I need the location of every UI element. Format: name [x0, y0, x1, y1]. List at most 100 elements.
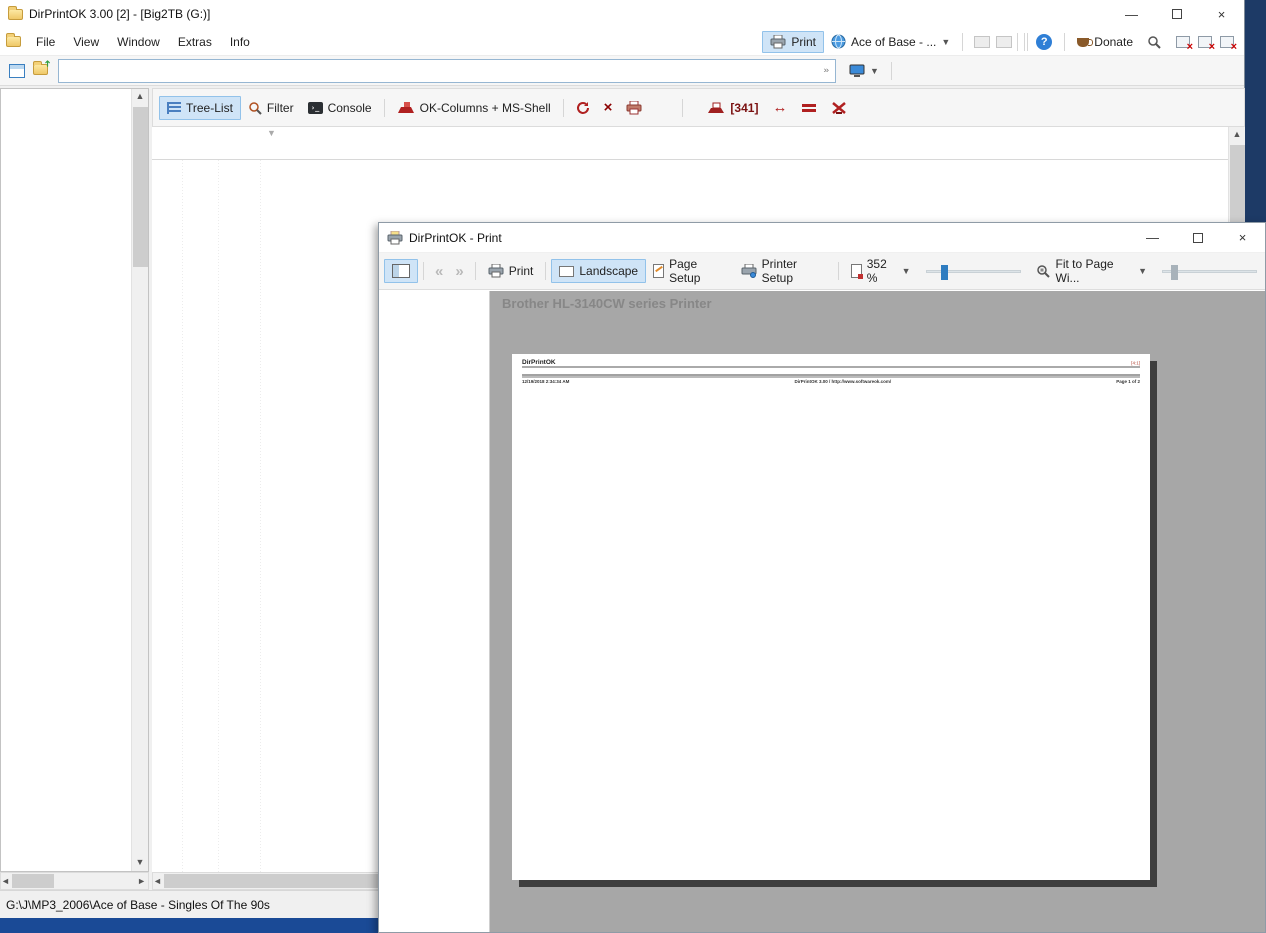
print-button[interactable]: Print [481, 260, 541, 282]
console-icon: ›_ [308, 102, 323, 114]
help-icon: ? [1036, 34, 1052, 50]
scroll-left-icon[interactable]: ◄ [153, 876, 162, 886]
computer-dropdown[interactable]: ▼ [842, 61, 886, 81]
zoom-value: 352 % [867, 257, 897, 285]
tree-scroll-thumb[interactable] [133, 107, 148, 267]
folder-up-button[interactable] [33, 64, 48, 78]
monitor-icon [849, 64, 865, 78]
zoom-slider[interactable] [926, 270, 1021, 273]
minimize-button[interactable]: — [1109, 0, 1154, 28]
console-button[interactable]: ›_ Console [301, 97, 379, 119]
profile-label: Ace of Base - ... [851, 35, 936, 49]
refresh-button[interactable] [569, 97, 597, 119]
close-button[interactable]: × [1199, 0, 1244, 28]
printer-icon [488, 264, 504, 278]
zoom-page-icon [851, 264, 862, 278]
fit-slider-handle[interactable] [1171, 265, 1178, 280]
tree-list-icon [167, 102, 181, 114]
arrows-horizontal-icon: ↔ [772, 99, 787, 116]
magnifier-icon [1147, 35, 1161, 49]
preview-page: DirPrintOK [4:1] 12/19/2018 2:34:34 AM D… [512, 354, 1150, 880]
profile-dropdown[interactable]: Ace of Base - ... ▼ [824, 31, 957, 52]
menu-item-extras[interactable]: Extras [169, 31, 221, 53]
zoom-value-dropdown[interactable]: 352 % ▼ [844, 253, 918, 289]
help-button[interactable]: ? [1029, 31, 1059, 53]
print-selection-button[interactable]: [341] [700, 97, 765, 119]
page-column-headers [522, 368, 1140, 376]
menu-item-view[interactable]: View [64, 31, 108, 53]
printer-setup-label: Printer Setup [762, 257, 826, 285]
status-path: G:\J\MP3_2006\Ace of Base - Singles Of T… [6, 898, 270, 912]
close-window-icon[interactable] [1198, 36, 1212, 48]
print-doc-icon [626, 101, 642, 115]
scroll-right-icon[interactable]: ► [137, 876, 148, 886]
search-button[interactable] [1140, 32, 1168, 52]
columns-view-icon[interactable] [9, 64, 25, 78]
fit-mode-value: Fit to Page Wi... [1056, 257, 1134, 285]
page-setup-button[interactable]: Page Setup [646, 253, 734, 289]
page-corner-mark: [4:1] [1131, 361, 1140, 366]
next-window-icon[interactable] [996, 36, 1012, 48]
prev-window-icon[interactable] [974, 36, 990, 48]
close-tab-icon[interactable] [1176, 36, 1190, 48]
next-page-button[interactable]: » [449, 263, 469, 280]
printer-setup-icon [741, 264, 757, 278]
delete-x-icon: × [604, 101, 613, 115]
menu-item-window[interactable]: Window [108, 31, 169, 53]
tree-vertical-scrollbar[interactable]: ▲ ▼ [131, 89, 148, 871]
print-label: Print [509, 264, 534, 278]
scroll-up-icon[interactable]: ▲ [132, 89, 148, 105]
column-pack-button[interactable] [794, 98, 824, 118]
chevron-down-icon: ▼ [902, 266, 911, 276]
close-button[interactable]: × [1220, 224, 1265, 252]
maximize-icon [1193, 233, 1203, 243]
print-count: [341] [730, 101, 758, 115]
ok-columns-button[interactable]: OK-Columns + MS-Shell [390, 97, 558, 119]
print-list-button[interactable] [619, 97, 649, 119]
chevron-down-icon: ▼ [1138, 266, 1147, 276]
menu-bar: FileViewWindowExtrasInfo Print Ace of Ba… [0, 28, 1244, 56]
address-combo[interactable]: » [58, 59, 836, 83]
sidebar-icon [392, 264, 410, 278]
delete-button[interactable]: × [597, 97, 620, 119]
printer-icon [770, 35, 786, 49]
print-menu-button[interactable]: Print [762, 31, 824, 53]
landscape-button[interactable]: Landscape [551, 259, 646, 283]
desktop: { "colors":{"selection":"#3d9bdd","deskt… [0, 0, 1266, 933]
tree-list-button[interactable]: Tree-List [159, 96, 241, 120]
remove-columns-button[interactable] [824, 97, 854, 119]
print-titlebar: DirPrintOK - Print — × [379, 223, 1265, 253]
donate-button[interactable]: Donate [1070, 32, 1140, 52]
minimize-button[interactable]: — [1130, 224, 1175, 252]
app-icon [8, 9, 23, 20]
list-toolbar: Tree-List Filter ›_ Console OK-Columns +… [152, 88, 1245, 127]
menu-item-info[interactable]: Info [221, 31, 259, 53]
previous-page-button[interactable]: « [429, 263, 449, 280]
filter-button[interactable]: Filter [241, 97, 301, 119]
maximize-button[interactable] [1154, 0, 1199, 28]
maximize-icon [1172, 9, 1182, 19]
printer-red-icon [707, 101, 725, 115]
scroll-down-icon[interactable]: ▼ [132, 855, 148, 871]
coffee-cup-icon [1077, 38, 1089, 47]
menu-item-file[interactable]: File [27, 31, 64, 53]
printer-setup-button[interactable]: Printer Setup [734, 253, 833, 289]
preview-area: Brother HL-3140CW series Printer DirPrin… [490, 291, 1265, 932]
scroll-up-icon[interactable]: ▲ [1229, 127, 1245, 143]
fit-columns-button[interactable]: ↔ [765, 95, 794, 120]
close-all-icon[interactable] [1220, 36, 1234, 48]
list-column-headers[interactable]: ▼ [152, 127, 1228, 160]
scroll-left-icon[interactable]: ◄ [1, 876, 10, 886]
address-expand-icon[interactable]: » [823, 66, 835, 75]
footer-page-number: Page 1 of 2 [1116, 379, 1140, 384]
tree-list-label: Tree-List [186, 101, 233, 115]
toggle-pages-panel-button[interactable] [384, 259, 418, 283]
pages-panel [379, 291, 490, 932]
fit-slider[interactable] [1162, 270, 1257, 273]
print-window-title: DirPrintOK - Print [409, 231, 502, 245]
zoom-slider-handle[interactable] [941, 265, 948, 280]
tree-hscroll-thumb[interactable] [12, 874, 54, 888]
tree-horizontal-scrollbar[interactable]: ◄ ► [0, 872, 149, 890]
fit-mode-dropdown[interactable]: Fit to Page Wi... ▼ [1029, 253, 1154, 289]
maximize-button[interactable] [1175, 224, 1220, 252]
